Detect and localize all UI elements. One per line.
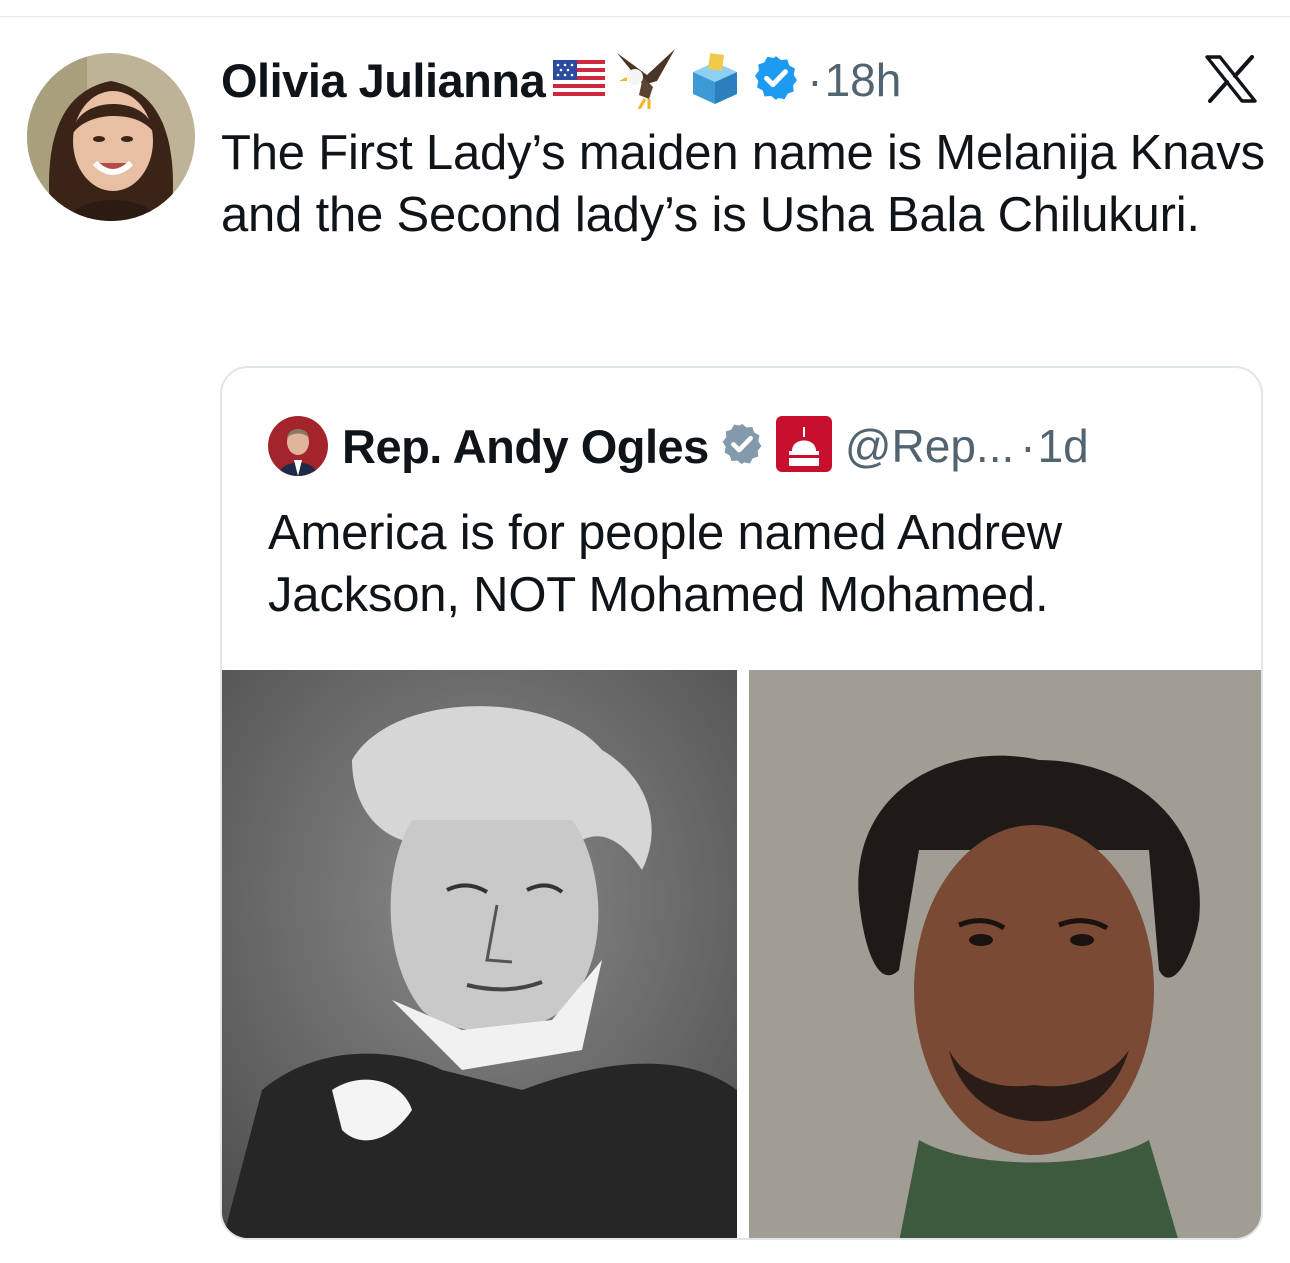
media-gap [737, 670, 749, 1238]
media-image-portrait[interactable] [222, 670, 737, 1238]
post-separator: · [807, 54, 823, 106]
flag-us-icon [553, 59, 606, 101]
quoted-post-card[interactable]: Rep. Andy Ogles @Rep... · 1d America is … [220, 366, 1263, 1240]
quoted-timestamp[interactable]: 1d [1038, 419, 1089, 473]
quoted-author-handle[interactable]: @Rep... [845, 419, 1014, 473]
quoted-author-name[interactable]: Rep. Andy Ogles [342, 419, 709, 474]
top-divider [0, 16, 1290, 17]
verified-gray-badge-icon [719, 421, 765, 472]
quoted-post-text: America is for people named Andrew Jacks… [268, 506, 1062, 622]
author-name[interactable]: Olivia Julianna [221, 53, 546, 108]
author-avatar[interactable] [27, 53, 195, 221]
ballot-box-icon [687, 50, 743, 111]
quoted-author-avatar[interactable] [268, 416, 328, 476]
eagle-icon [613, 47, 679, 114]
media-image-mugshot[interactable] [749, 670, 1261, 1238]
quoted-separator: · [1020, 420, 1036, 472]
quoted-media-grid [222, 670, 1261, 1238]
x-logo-icon[interactable] [1204, 55, 1258, 103]
post-text: The First Lady’s maiden name is Melanija… [221, 126, 1265, 242]
quoted-post-header: Rep. Andy Ogles @Rep... · 1d [268, 414, 1089, 478]
verified-badge-icon [751, 53, 801, 108]
house-gop-badge-icon [775, 415, 833, 478]
post-header: Olivia Julianna · 18h [221, 48, 901, 112]
post-timestamp[interactable]: 18h [825, 53, 902, 107]
